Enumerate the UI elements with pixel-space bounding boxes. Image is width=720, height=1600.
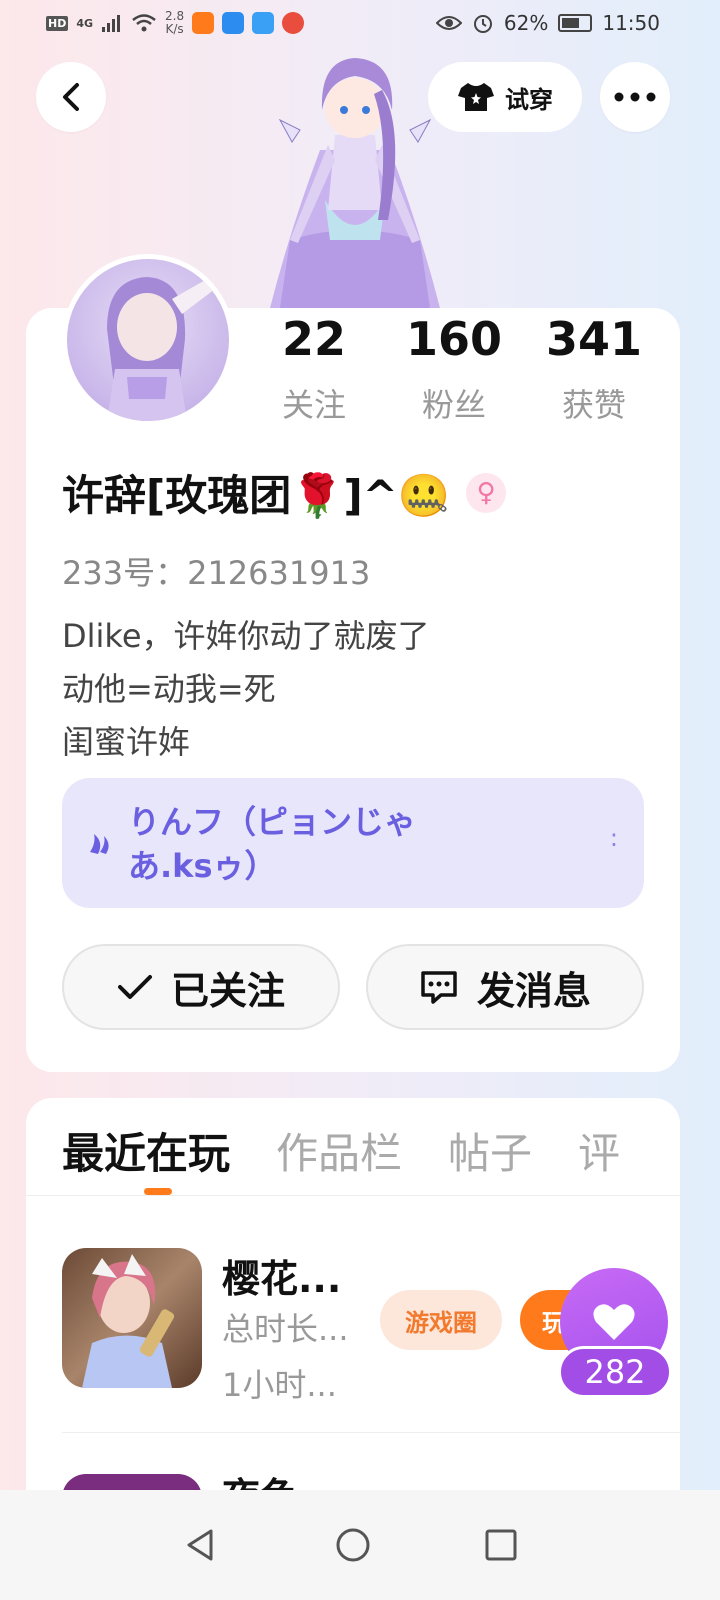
tab-bar: 最近在玩 作品栏 帖子 评 bbox=[62, 1120, 620, 1181]
game-title: 樱花... bbox=[222, 1257, 342, 1301]
user-id: 233号：212631913 bbox=[62, 554, 371, 592]
circle-home-icon bbox=[336, 1528, 370, 1562]
following-button-label: 已关注 bbox=[170, 968, 285, 1013]
character-figure bbox=[270, 58, 440, 308]
tab-indicator bbox=[144, 1188, 172, 1195]
following-label: 关注 bbox=[281, 386, 346, 424]
search-app-icon bbox=[222, 12, 245, 34]
avatar-image bbox=[107, 277, 215, 421]
system-nav-bar bbox=[0, 1490, 720, 1600]
status-bar: HD 4G 2.8 K/s 62% 11:50 bbox=[0, 0, 720, 48]
play-app-icon bbox=[192, 12, 215, 34]
divider bbox=[62, 1432, 680, 1433]
tab-posts[interactable]: 帖子 bbox=[448, 1120, 532, 1181]
username: 许辞[玫瑰团🌹]^🤐 bbox=[62, 471, 451, 520]
signal-icon bbox=[102, 15, 121, 32]
net-speed: 2.8 K/s bbox=[165, 9, 185, 36]
triangle-back-icon bbox=[187, 1529, 213, 1561]
eye-icon bbox=[435, 16, 462, 30]
clock: 11:50 bbox=[602, 11, 660, 35]
battery-percent: 62% bbox=[503, 11, 549, 35]
game-total-time-label: 总时长... bbox=[222, 1310, 349, 1348]
game-thumbnail bbox=[62, 1248, 202, 1388]
username-row: 许辞[玫瑰团🌹]^🤐 ♀ bbox=[62, 462, 507, 523]
chevron-left-icon bbox=[63, 83, 79, 111]
nav-home-button[interactable] bbox=[318, 1510, 388, 1580]
female-gender-icon: ♀ bbox=[466, 472, 507, 513]
game-image bbox=[82, 1254, 175, 1388]
weibo-app-icon bbox=[282, 12, 305, 34]
music-card[interactable]: りんフ（ピョンじゃあ.ksゥ） : bbox=[62, 778, 644, 908]
music-extra: : bbox=[609, 824, 618, 852]
music-wave-icon bbox=[90, 834, 109, 854]
chat-bubble-icon bbox=[421, 971, 457, 1004]
wifi-icon bbox=[132, 14, 156, 32]
heart-icon bbox=[593, 1304, 635, 1340]
game-circle-button[interactable]: 游戏圈 bbox=[380, 1290, 502, 1350]
followers-label: 粉丝 bbox=[421, 386, 486, 424]
nav-recents-button[interactable] bbox=[466, 1510, 536, 1580]
tab-works[interactable]: 作品栏 bbox=[276, 1120, 402, 1181]
signal-label: 4G bbox=[76, 16, 94, 30]
back-button[interactable] bbox=[36, 62, 106, 132]
send-message-label: 发消息 bbox=[476, 968, 591, 1013]
battery-icon bbox=[558, 14, 593, 32]
following-button[interactable]: 已关注 bbox=[62, 944, 340, 1030]
likes-stat[interactable]: 341 获赞 bbox=[534, 310, 654, 426]
bio-line: 闺蜜许姩 bbox=[62, 723, 191, 761]
try-on-button[interactable]: 试穿 bbox=[428, 62, 582, 132]
avatar[interactable] bbox=[62, 254, 234, 426]
followers-count: 160 bbox=[405, 312, 503, 366]
divider bbox=[26, 1195, 680, 1196]
alarm-icon bbox=[473, 15, 492, 33]
tab-recently-played[interactable]: 最近在玩 bbox=[62, 1120, 230, 1181]
bulb-app-icon bbox=[252, 12, 275, 34]
like-count: 282 bbox=[558, 1346, 672, 1398]
following-count: 22 bbox=[281, 312, 346, 366]
more-button[interactable] bbox=[600, 62, 670, 132]
send-message-button[interactable]: 发消息 bbox=[366, 944, 644, 1030]
game-play-time: 1小时... bbox=[222, 1366, 337, 1404]
nav-back-button[interactable] bbox=[166, 1510, 236, 1580]
stats-row: 22 关注 160 粉丝 341 获赞 bbox=[244, 310, 664, 426]
followers-stat[interactable]: 160 粉丝 bbox=[394, 310, 514, 426]
hd-indicator: HD bbox=[46, 15, 69, 31]
likes-count: 341 bbox=[545, 312, 643, 366]
music-title: りんフ（ピョンじゃあ.ksゥ） bbox=[128, 803, 417, 885]
square-recents-icon bbox=[485, 1529, 517, 1561]
following-stat[interactable]: 22 关注 bbox=[254, 310, 374, 426]
more-dots-icon bbox=[614, 92, 656, 102]
likes-label: 获赞 bbox=[561, 386, 626, 424]
bio-line: Dlike，许姩你动了就废了 bbox=[62, 617, 430, 655]
tshirt-icon bbox=[458, 83, 494, 111]
try-on-label: 试穿 bbox=[505, 85, 553, 114]
check-icon bbox=[117, 975, 152, 999]
bio: Dlike，许姩你动了就废了 动他=动我=死 闺蜜许姩 bbox=[62, 610, 430, 769]
bio-line: 动他=动我=死 bbox=[62, 670, 276, 708]
tab-reviews[interactable]: 评 bbox=[578, 1120, 620, 1181]
